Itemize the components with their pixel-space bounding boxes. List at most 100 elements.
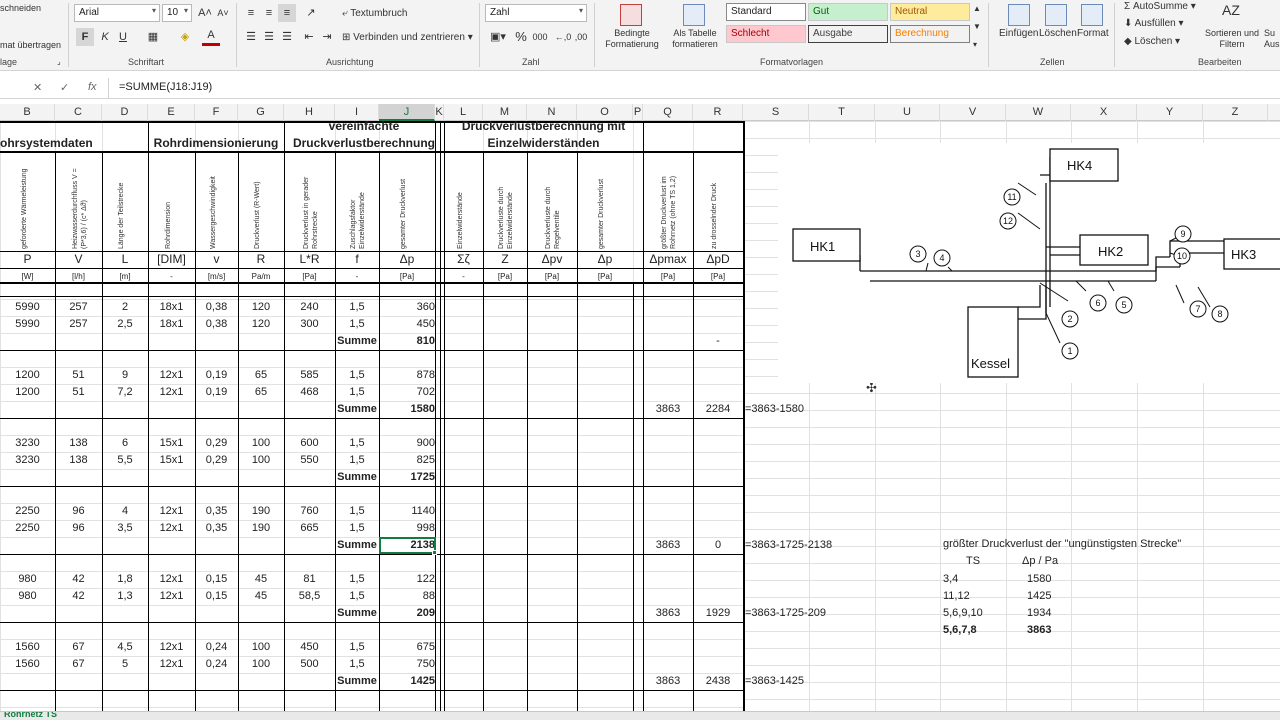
cell-velocity[interactable]: 0,38 (195, 317, 238, 332)
style-neutral[interactable]: Neutral (890, 3, 970, 21)
cell-dpmax[interactable]: 3863 (643, 538, 693, 553)
cell-formula-note[interactable]: =3863-1580 (745, 402, 804, 417)
cell-dpd[interactable]: - (693, 334, 743, 349)
sheet-tab-active[interactable]: Rohrnetz TS (4, 712, 57, 719)
align-middle-icon[interactable]: ≡ (260, 4, 278, 22)
col-header-U[interactable]: U (875, 104, 940, 121)
align-center-icon[interactable]: ☰ (260, 28, 278, 46)
cell-dp[interactable]: 998 (379, 521, 435, 536)
decrease-decimal-icon[interactable]: ,00 (572, 28, 590, 46)
style-standard[interactable]: Standard (726, 3, 806, 21)
find-select-button[interactable]: Su Aus (1264, 28, 1280, 50)
merge-center-button[interactable]: ⊞ Verbinden und zentrieren ▾ (342, 32, 473, 43)
cell-power[interactable]: 3230 (0, 453, 55, 468)
increase-decimal-icon[interactable]: ←,0 (554, 28, 572, 46)
cell-factor[interactable]: 1,5 (335, 657, 379, 672)
cell-r-value[interactable]: 120 (238, 300, 284, 315)
cell-power[interactable]: 1560 (0, 657, 55, 672)
col-header-B[interactable]: B (0, 104, 55, 121)
orientation-icon[interactable]: ↗ (302, 4, 320, 22)
cell-factor[interactable]: 1,5 (335, 521, 379, 536)
cell-formula-note[interactable]: =3863-1725-209 (745, 606, 826, 621)
grow-font-icon[interactable]: A˄ (196, 4, 214, 22)
cell-flow[interactable]: 96 (55, 521, 102, 536)
sort-filter-icon[interactable]: AZ (1222, 2, 1240, 18)
col-header-X[interactable]: X (1071, 104, 1137, 121)
cell-flow[interactable]: 42 (55, 589, 102, 604)
cell-factor[interactable]: 1,5 (335, 640, 379, 655)
cell-dimension[interactable]: 15x1 (148, 436, 195, 451)
align-left-icon[interactable]: ☰ (242, 28, 260, 46)
sum-value[interactable]: 810 (379, 334, 435, 349)
cell-power[interactable]: 1560 (0, 640, 55, 655)
cell-length[interactable]: 1,8 (102, 572, 148, 587)
col-header-K[interactable]: K (435, 104, 444, 121)
cell-power[interactable]: 1200 (0, 368, 55, 383)
cell-flow[interactable]: 257 (55, 317, 102, 332)
cell-dpmax[interactable]: 3863 (643, 606, 693, 621)
formula-input[interactable]: =SUMME(J18:J19) (119, 81, 212, 93)
cell-velocity[interactable]: 0,29 (195, 436, 238, 451)
autosum-button[interactable]: Σ AutoSumme ▾ (1124, 1, 1196, 12)
align-right-icon[interactable]: ☰ (278, 28, 296, 46)
fill-handle[interactable] (432, 550, 437, 555)
cell-length[interactable]: 6 (102, 436, 148, 451)
cell-length[interactable]: 9 (102, 368, 148, 383)
cell-dp[interactable]: 750 (379, 657, 435, 672)
style-berechnung[interactable]: Berechnung (890, 25, 970, 43)
sum-value[interactable]: 209 (379, 606, 435, 621)
scroll-down-icon[interactable]: ▼ (973, 22, 981, 31)
cell-velocity[interactable]: 0,38 (195, 300, 238, 315)
scroll-up-icon[interactable]: ▲ (973, 4, 981, 13)
cell-velocity[interactable]: 0,29 (195, 453, 238, 468)
cell-flow[interactable]: 67 (55, 657, 102, 672)
cut-button[interactable]: schneiden (0, 3, 41, 13)
cancel-icon[interactable]: ✕ (33, 81, 42, 94)
cell-velocity[interactable]: 0,19 (195, 368, 238, 383)
cell-velocity[interactable]: 0,24 (195, 640, 238, 655)
cell-dp[interactable]: 825 (379, 453, 435, 468)
col-header-Y[interactable]: Y (1137, 104, 1203, 121)
cell-velocity[interactable]: 0,19 (195, 385, 238, 400)
col-header-N[interactable]: N (527, 104, 577, 121)
cell-r-value[interactable]: 190 (238, 521, 284, 536)
cell-velocity[interactable]: 0,15 (195, 572, 238, 587)
insert-cells-button[interactable]: Einfügen (999, 28, 1038, 39)
cell-length[interactable]: 1,3 (102, 589, 148, 604)
format-as-table-icon[interactable] (683, 4, 705, 26)
cell-factor[interactable]: 1,5 (335, 504, 379, 519)
sum-label[interactable]: Summe (335, 606, 379, 621)
cell-dimension[interactable]: 12x1 (148, 504, 195, 519)
cell-formula-note[interactable]: =3863-1725-2138 (745, 538, 832, 553)
cell-power[interactable]: 980 (0, 589, 55, 604)
cell-dimension[interactable]: 12x1 (148, 521, 195, 536)
cell-dimension[interactable]: 18x1 (148, 317, 195, 332)
cell-factor[interactable]: 1,5 (335, 589, 379, 604)
cell-formula-note[interactable]: =3863-1425 (745, 674, 804, 689)
cell-dpmax[interactable]: 3863 (643, 674, 693, 689)
sum-label[interactable]: Summe (335, 470, 379, 485)
col-header-W[interactable]: W (1006, 104, 1071, 121)
cell-dimension[interactable]: 15x1 (148, 453, 195, 468)
cell-lr[interactable]: 58,5 (284, 589, 335, 604)
col-header-P[interactable]: P (633, 104, 643, 121)
cell-dpmax[interactable]: 3863 (643, 402, 693, 417)
cell-factor[interactable]: 1,5 (335, 572, 379, 587)
col-header-L[interactable]: L (444, 104, 483, 121)
cell-factor[interactable]: 1,5 (335, 385, 379, 400)
clear-button[interactable]: ◆ Löschen ▾ (1124, 36, 1180, 47)
cell-dp[interactable]: 122 (379, 572, 435, 587)
cell-dimension[interactable]: 12x1 (148, 368, 195, 383)
cell-r-value[interactable]: 120 (238, 317, 284, 332)
cell-r-value[interactable]: 65 (238, 368, 284, 383)
percent-icon[interactable]: % (512, 28, 530, 46)
more-styles-icon[interactable]: ▾ (973, 40, 977, 49)
font-name-select[interactable]: Arial ▾ (74, 4, 160, 22)
delete-cells-button[interactable]: Löschen (1039, 28, 1077, 39)
piping-diagram[interactable]: HK1 HK4 HK2 HK3 Kessel 1 2 3 4 5 6 7 8 9… (778, 143, 1280, 383)
sum-value[interactable]: 1725 (379, 470, 435, 485)
cell-flow[interactable]: 138 (55, 453, 102, 468)
col-header-Z[interactable]: Z (1203, 104, 1268, 121)
sum-label[interactable]: Summe (335, 538, 379, 553)
cell-factor[interactable]: 1,5 (335, 453, 379, 468)
